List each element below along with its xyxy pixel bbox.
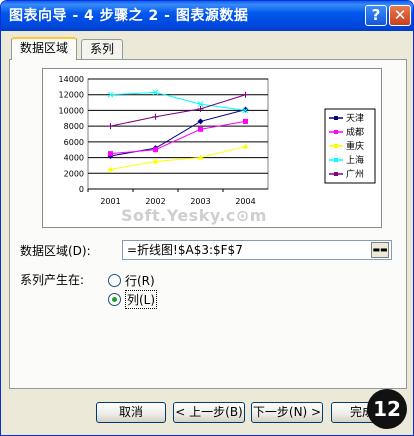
y-tick-label: 12000: [59, 91, 84, 100]
line-chart: 0 2000 4000 6000 8000 10000 12000 14000 2001 2002…: [59, 75, 376, 206]
x-tick-label: 2003: [190, 197, 210, 206]
radio-rows-label: 行(R): [125, 273, 155, 288]
y-tick-label: 4000: [64, 154, 84, 163]
legend-entry: 上海: [346, 154, 364, 166]
radio-rows[interactable]: 行(R): [108, 271, 155, 289]
legend-marker: [334, 158, 338, 162]
tab-series[interactable]: 系列: [81, 39, 124, 59]
legend-entry: 成都: [346, 126, 364, 138]
back-button[interactable]: < 上一步(B): [173, 402, 245, 423]
data-point: [153, 147, 158, 153]
data-range-label: 数据区域(D):: [20, 244, 91, 258]
x-tick-label: 2001: [100, 197, 120, 206]
y-tick-label: 10000: [59, 106, 84, 115]
data-point: [243, 118, 248, 124]
data-range-value: =折线图!$A$3:$F$7: [127, 243, 243, 257]
x-tick-label: 2002: [145, 197, 165, 206]
series-in-label: 系列产生在:: [20, 273, 85, 287]
legend-marker: [334, 172, 338, 176]
help-button[interactable]: ?: [365, 5, 387, 26]
range-collapse-icon[interactable]: ▬▬: [371, 242, 389, 258]
radio-columns-button[interactable]: [108, 292, 121, 306]
y-tick-label: 14000: [59, 75, 84, 84]
legend-entry: 重庆: [346, 140, 364, 152]
data-range-input[interactable]: =折线图!$A$3:$F$7 ▬▬: [122, 240, 392, 260]
chart-wizard-dialog: 图表向导 - 4 步骤之 2 - 图表源数据 ? ✕ 数据区域 系列 0 2000…: [0, 0, 414, 436]
y-tick-label: 6000: [64, 138, 84, 147]
legend-marker: [334, 130, 338, 134]
step-badge: 12: [367, 389, 407, 429]
y-tick-label: 0: [79, 185, 84, 194]
y-tick-label: 2000: [64, 169, 84, 178]
cancel-button[interactable]: 取消: [96, 402, 166, 423]
y-tick-label: 8000: [64, 122, 84, 131]
tab-data-range[interactable]: 数据区域: [11, 37, 78, 60]
x-tick-label: 2004: [235, 197, 255, 206]
data-point: [198, 126, 203, 132]
legend-marker: [334, 144, 338, 148]
next-button[interactable]: 下一步(N) >: [251, 402, 323, 423]
radio-rows-button[interactable]: [108, 273, 121, 287]
radio-columns-label: 列(L): [125, 289, 158, 309]
close-button[interactable]: ✕: [389, 5, 411, 26]
plot-area: [87, 78, 269, 190]
legend-entry: 广州: [346, 168, 364, 180]
chart-preview: 0 2000 4000 6000 8000 10000 12000 14000 2001 2002…: [42, 68, 382, 228]
watermark: Soft.Yesky.c⊙m: [121, 206, 267, 225]
title-bar: 图表向导 - 4 步骤之 2 - 图表源数据: [1, 1, 413, 31]
legend-marker: [334, 116, 338, 120]
legend-entry: 天津: [346, 113, 364, 124]
radio-columns[interactable]: 列(L): [108, 289, 158, 309]
data-point: [108, 151, 113, 157]
window-title: 图表向导 - 4 步骤之 2 - 图表源数据: [9, 8, 249, 24]
